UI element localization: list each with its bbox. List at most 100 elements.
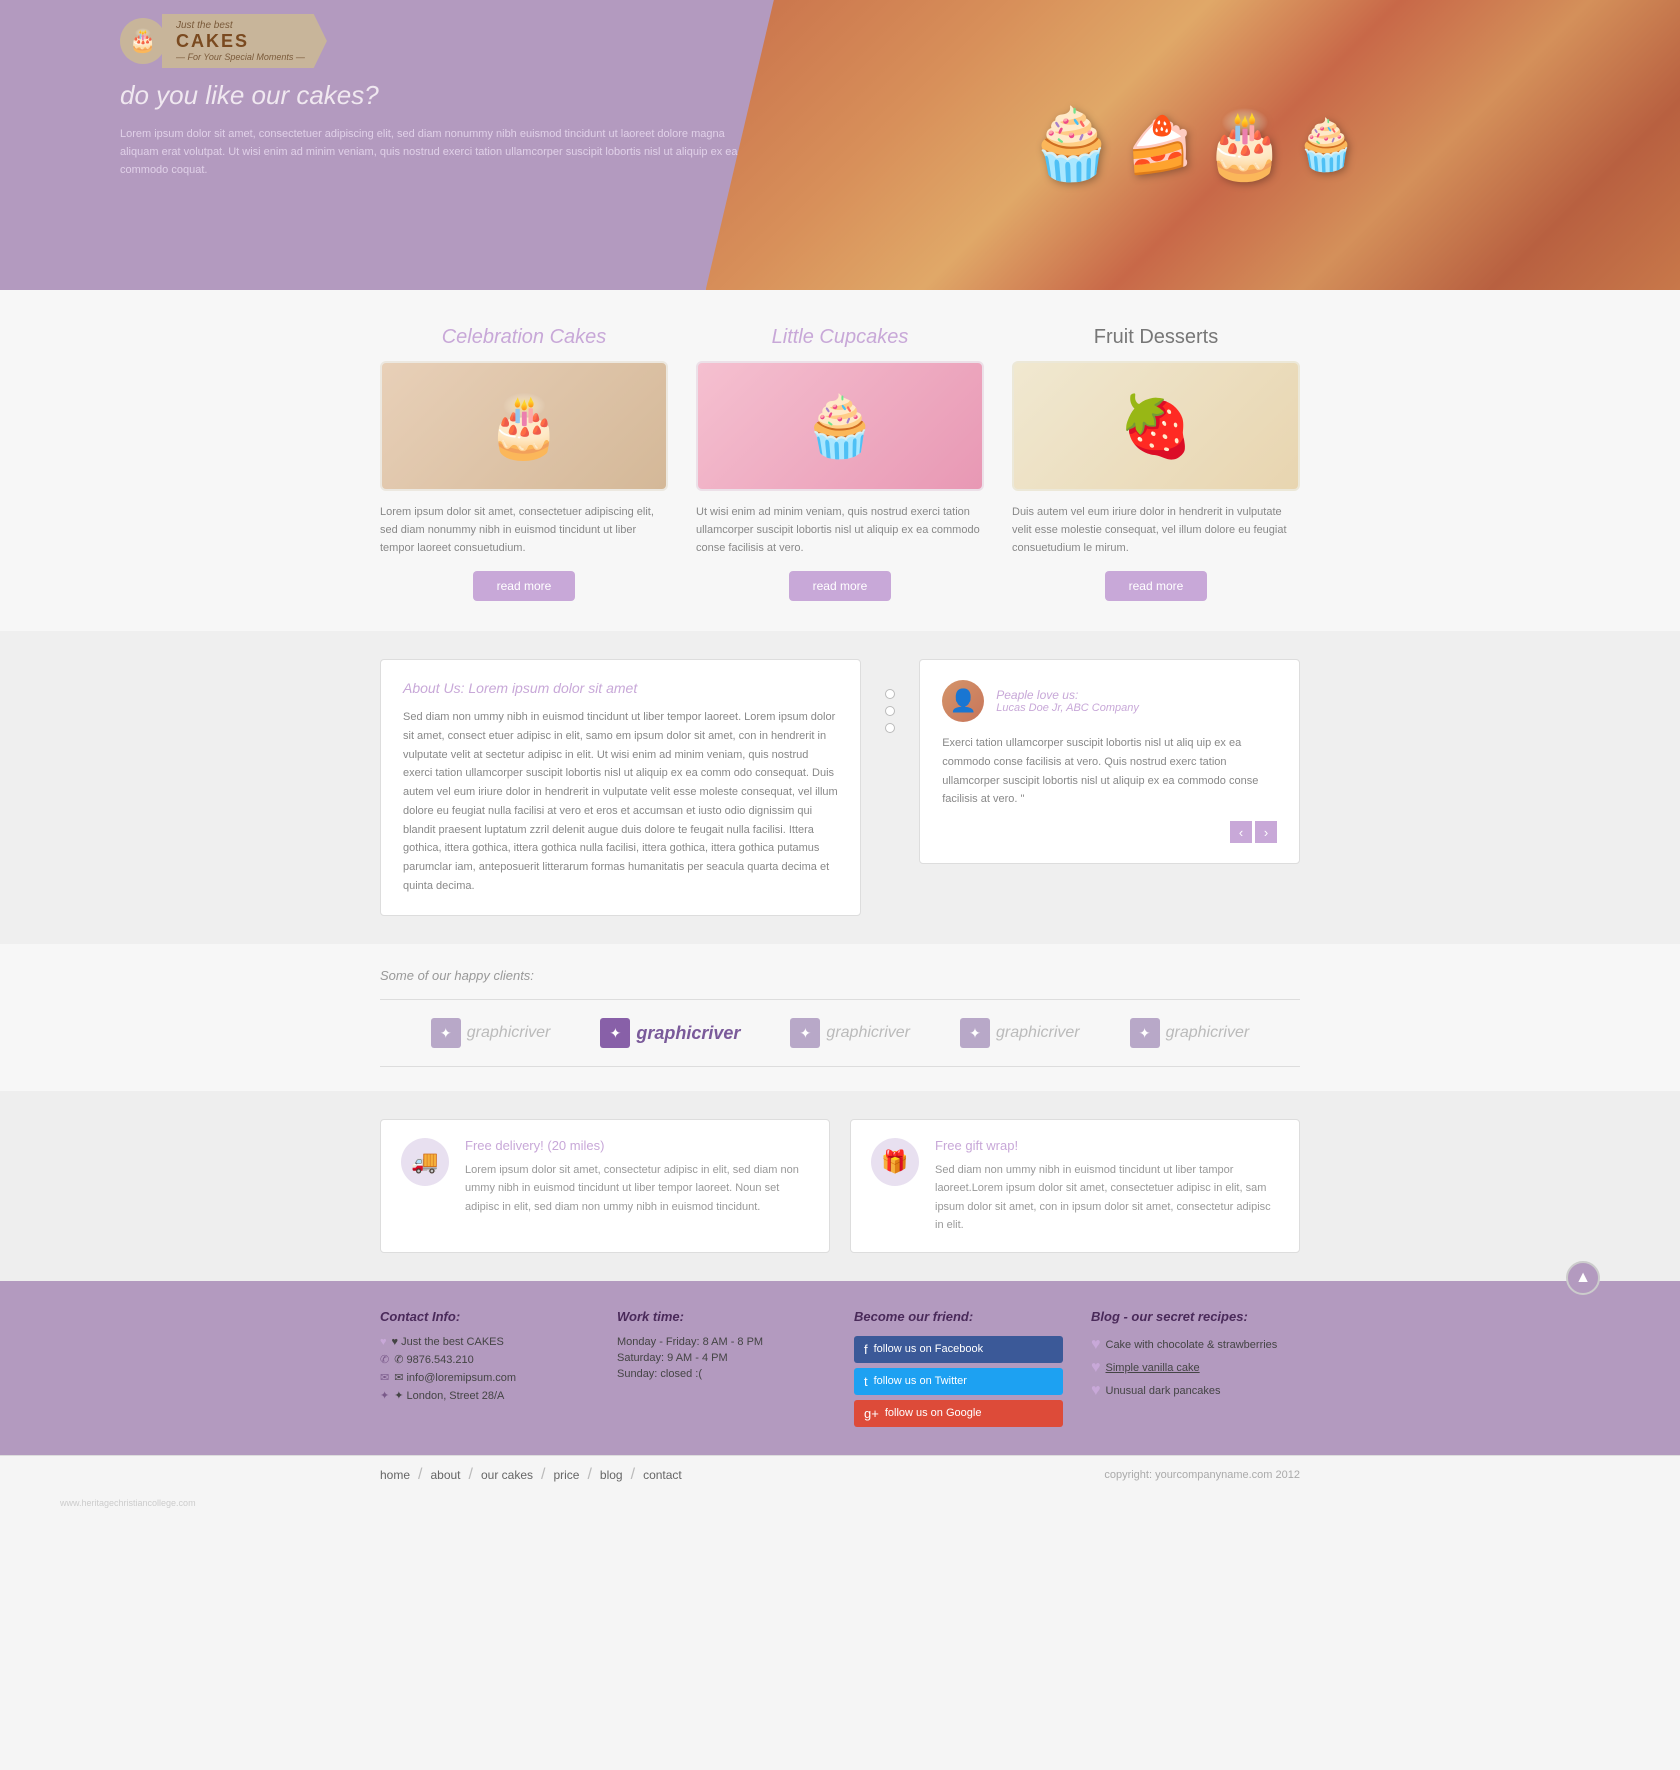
testimonial-box: 👤 Peaple love us: Lucas Doe Jr, ABC Comp… <box>919 659 1300 864</box>
feature-2-icon: 🎁 <box>871 1138 919 1186</box>
footer-nav-home[interactable]: home <box>380 1468 410 1482</box>
feature-1-title: Free delivery! (20 miles) <box>465 1138 809 1153</box>
clients-inner: Some of our happy clients: ✦ graphicrive… <box>340 968 1340 1067</box>
about-title: About Us: Lorem ipsum dolor sit amet <box>403 680 838 696</box>
heart-icon: ♥ <box>380 1336 387 1348</box>
scroll-top-button[interactable]: ▲ <box>1566 1261 1600 1295</box>
hero-description: Lorem ipsum dolor sit amet, consectetuer… <box>120 125 758 179</box>
featured-card-1: Celebration Cakes 🎂 Lorem ipsum dolor si… <box>380 326 668 601</box>
clients-section: Some of our happy clients: ✦ graphicrive… <box>0 944 1680 1091</box>
card-2-read-more[interactable]: read more <box>789 571 892 601</box>
logo-icon: 🎂 <box>120 18 166 64</box>
client-4-icon: ✦ <box>960 1018 990 1048</box>
testimonial-content: Exerci tation ullamcorper suscipit lobor… <box>942 734 1277 809</box>
about-box: About Us: Lorem ipsum dolor sit amet Sed… <box>380 659 861 916</box>
client-logo-1[interactable]: ✦ graphicriver <box>431 1018 551 1048</box>
r-dot-3 <box>885 723 895 733</box>
worktime-line-3: Sunday: closed :( <box>617 1368 826 1380</box>
hero-section: 🎂 Just the best CAKES — For Your Special… <box>0 0 1680 290</box>
blog-anchor-1[interactable]: Cake with chocolate & strawberries <box>1106 1339 1278 1351</box>
contact-name: ♥ ♥ Just the best CAKES <box>380 1336 589 1348</box>
feature-card-1: 🚚 Free delivery! (20 miles) Lorem ipsum … <box>380 1119 830 1253</box>
client-logo-5[interactable]: ✦ graphicriver <box>1130 1018 1250 1048</box>
footer-social: Become our friend: f follow us on Facebo… <box>854 1309 1063 1427</box>
location-icon: ✦ <box>380 1389 389 1402</box>
footer-nav-cakes[interactable]: our cakes <box>481 1468 533 1482</box>
featured-grid: Celebration Cakes 🎂 Lorem ipsum dolor si… <box>340 326 1340 601</box>
hero-image: 🧁 🍰 🎂 🧁 <box>706 0 1680 290</box>
r-dot-2 <box>885 706 895 716</box>
phone-icon: ✆ <box>380 1353 389 1366</box>
card-1-desc: Lorem ipsum dolor sit amet, consectetuer… <box>380 503 668 557</box>
feature-card-2: 🎁 Free gift wrap! Sed diam non ummy nibh… <box>850 1119 1300 1253</box>
copyright: copyright: yourcompanyname.com 2012 <box>1104 1469 1300 1481</box>
blog-anchor-2[interactable]: Simple vanilla cake <box>1106 1362 1200 1374</box>
google-button[interactable]: g+ follow us on Google <box>854 1400 1063 1427</box>
footer-nav-price[interactable]: price <box>553 1468 579 1482</box>
email-icon: ✉ <box>380 1371 389 1384</box>
blog-link-3[interactable]: ♥ Unusual dark pancakes <box>1091 1382 1300 1400</box>
card-2-title: Little Cupcakes <box>696 326 984 349</box>
client-logo-2[interactable]: ✦ graphicriver <box>600 1018 740 1048</box>
rating-dots <box>885 659 895 733</box>
logo-text: Just the best CAKES — For Your Special M… <box>162 14 327 68</box>
feature-1-content: Free delivery! (20 miles) Lorem ipsum do… <box>465 1138 809 1215</box>
featured-card-3: Fruit Desserts 🍓 Duis autem vel eum iriu… <box>1012 326 1300 601</box>
testimonial-prev[interactable]: ‹ <box>1230 821 1252 843</box>
client-logo-4[interactable]: ✦ graphicriver <box>960 1018 1080 1048</box>
features-grid: 🚚 Free delivery! (20 miles) Lorem ipsum … <box>340 1119 1340 1253</box>
footer-grid: Contact Info: ♥ ♥ Just the best CAKES ✆ … <box>340 1309 1340 1427</box>
blog-anchor-3[interactable]: Unusual dark pancakes <box>1106 1385 1221 1397</box>
hero-title: do you like our cakes? <box>120 80 758 111</box>
worktime-line-2: Saturday: 9 AM - 4 PM <box>617 1352 826 1364</box>
blog-heart-3: ♥ <box>1091 1382 1101 1400</box>
logo-area: 🎂 Just the best CAKES — For Your Special… <box>120 14 327 68</box>
client-5-name: graphicriver <box>1166 1024 1250 1042</box>
card-3-image: 🍓 <box>1012 361 1300 491</box>
footer-blog: Blog - our secret recipes: ♥ Cake with c… <box>1091 1309 1300 1427</box>
footer-nav-about[interactable]: about <box>430 1468 460 1482</box>
facebook-button[interactable]: f follow us on Facebook <box>854 1336 1063 1363</box>
card-3-read-more[interactable]: read more <box>1105 571 1208 601</box>
worktime-line-1: Monday - Friday: 8 AM - 8 PM <box>617 1336 826 1348</box>
testimonial-next[interactable]: › <box>1255 821 1277 843</box>
feature-1-desc: Lorem ipsum dolor sit amet, consectetur … <box>465 1161 809 1215</box>
client-3-icon: ✦ <box>790 1018 820 1048</box>
feature-2-content: Free gift wrap! Sed diam non ummy nibh i… <box>935 1138 1279 1234</box>
google-icon: g+ <box>864 1406 879 1421</box>
featured-card-2: Little Cupcakes 🧁 Ut wisi enim ad minim … <box>696 326 984 601</box>
client-5-icon: ✦ <box>1130 1018 1160 1048</box>
client-3-name: graphicriver <box>826 1024 910 1042</box>
twitter-button[interactable]: t follow us on Twitter <box>854 1368 1063 1395</box>
card-3-title: Fruit Desserts <box>1012 326 1300 349</box>
blog-link-1[interactable]: ♥ Cake with chocolate & strawberries <box>1091 1336 1300 1354</box>
blog-link-2[interactable]: ♥ Simple vanilla cake <box>1091 1359 1300 1377</box>
client-logo-3[interactable]: ✦ graphicriver <box>790 1018 910 1048</box>
about-testimonial-section: About Us: Lorem ipsum dolor sit amet Sed… <box>0 631 1680 944</box>
footer-nav-contact[interactable]: contact <box>643 1468 682 1482</box>
footer-contact: Contact Info: ♥ ♥ Just the best CAKES ✆ … <box>380 1309 589 1427</box>
worktime-title: Work time: <box>617 1309 826 1324</box>
card-1-read-more[interactable]: read more <box>473 571 576 601</box>
feature-2-title: Free gift wrap! <box>935 1138 1279 1153</box>
contact-address: ✦ ✦ London, Street 28/A <box>380 1389 589 1402</box>
footer-bottom-inner: home / about / our cakes / price / blog … <box>340 1466 1340 1484</box>
testimonial-name: Lucas Doe Jr, ABC Company <box>996 702 1139 714</box>
client-1-name: graphicriver <box>467 1024 551 1042</box>
hero-content: do you like our cakes? Lorem ipsum dolor… <box>120 80 758 179</box>
footer-nav-blog[interactable]: blog <box>600 1468 623 1482</box>
contact-phone: ✆ ✆ 9876.543.210 <box>380 1353 589 1366</box>
blog-heart-2: ♥ <box>1091 1359 1101 1377</box>
client-2-icon: ✦ <box>600 1018 630 1048</box>
footer-bottom-nav: home / about / our cakes / price / blog … <box>380 1466 682 1484</box>
card-1-title: Celebration Cakes <box>380 326 668 349</box>
clients-title: Some of our happy clients: <box>380 968 1300 983</box>
testimonial-header: 👤 Peaple love us: Lucas Doe Jr, ABC Comp… <box>942 680 1277 722</box>
contact-title: Contact Info: <box>380 1309 589 1324</box>
about-content: Sed diam non ummy nibh in euismod tincid… <box>403 708 838 895</box>
footer-worktime: Work time: Monday - Friday: 8 AM - 8 PM … <box>617 1309 826 1427</box>
twitter-icon: t <box>864 1374 868 1389</box>
clients-logos: ✦ graphicriver ✦ graphicriver ✦ graphicr… <box>380 999 1300 1067</box>
featured-section: Celebration Cakes 🎂 Lorem ipsum dolor si… <box>0 290 1680 631</box>
avatar: 👤 <box>942 680 984 722</box>
